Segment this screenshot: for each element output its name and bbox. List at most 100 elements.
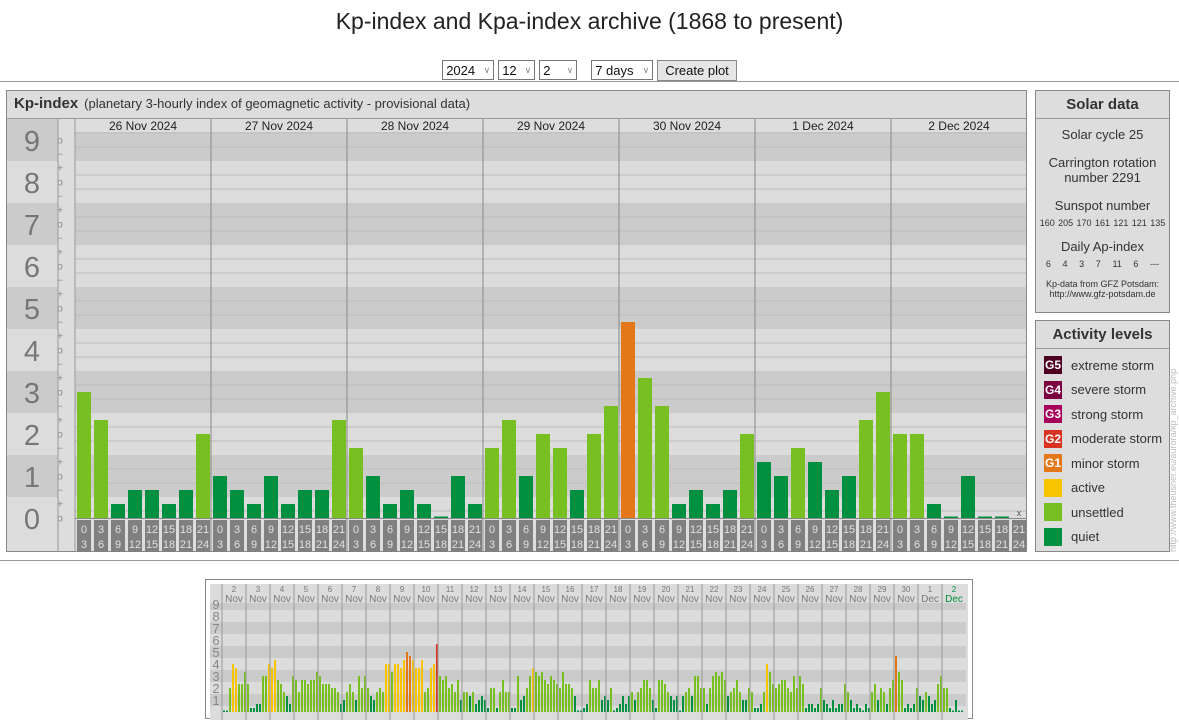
mini-kp-bar (475, 704, 477, 712)
time-slot-end: 15 (146, 539, 158, 551)
mini-kp-bar (235, 668, 237, 712)
range-value: 7 days (595, 62, 634, 78)
kp-bar (791, 448, 805, 518)
mini-kp-bar (589, 680, 591, 712)
mini-axis-label: 9 (212, 597, 219, 612)
mini-kp-bar (754, 708, 756, 712)
mini-day-month: Dec (945, 594, 963, 605)
kp-bar (281, 504, 295, 518)
source-link[interactable]: http://www.gfz-potsdam.de (1036, 289, 1169, 299)
mini-day-month: Nov (513, 594, 531, 605)
mini-kp-bar (598, 680, 600, 712)
time-slot-end: 21 (724, 539, 736, 551)
mini-kp-bar (442, 680, 444, 712)
mini-day-month: Nov (417, 594, 435, 605)
mini-kp-bar (835, 708, 837, 712)
day-select[interactable]: 2 ∨ (539, 60, 578, 80)
mini-kp-bar (925, 692, 927, 712)
mini-kp-bar (640, 688, 642, 712)
kp-bar (162, 504, 176, 518)
mini-kp-bar (415, 668, 417, 712)
time-slot-end: 15 (282, 539, 294, 551)
mini-kp-bar (430, 668, 432, 712)
time-slot-end: 9 (659, 539, 665, 551)
mini-kp-bar (523, 696, 525, 712)
time-slot-end: 3 (217, 539, 223, 551)
mini-kp-bar (622, 696, 624, 712)
time-slot-start: 0 (761, 524, 767, 536)
day-date-label: 29 Nov 2024 (517, 119, 585, 133)
kp-bar (213, 476, 227, 518)
kp-bar (995, 516, 1009, 518)
time-slot-start: 0 (489, 524, 495, 536)
legend-swatch: G5 (1044, 356, 1062, 375)
mini-kp-bar (790, 692, 792, 712)
mini-kp-bar (301, 680, 303, 712)
mini-kp-bar (814, 708, 816, 712)
time-slot-end: 12 (129, 539, 141, 551)
mini-kp-bar (817, 704, 819, 712)
time-slot-end: 3 (897, 539, 903, 551)
mini-kp-bar (739, 692, 741, 712)
mini-kp-bar (562, 672, 564, 712)
mini-kp-bar (457, 680, 459, 712)
kp-bar (400, 490, 414, 518)
mini-kp-bar (271, 668, 273, 712)
mini-day-month: Nov (393, 594, 411, 605)
day-date-label: 27 Nov 2024 (245, 119, 313, 133)
kp-bar (94, 420, 108, 518)
mini-kp-bar (763, 692, 765, 712)
create-plot-button[interactable]: Create plot (657, 60, 737, 81)
kp-bar (553, 448, 567, 518)
mini-kp-bar (361, 688, 363, 712)
time-slot-start: 12 (690, 524, 702, 536)
time-slot-start: 6 (523, 524, 529, 536)
time-slot-start: 0 (81, 524, 87, 536)
time-slot-end: 9 (251, 539, 257, 551)
sunspot-value: 160 (1039, 218, 1055, 228)
mini-kp-bar (871, 692, 873, 712)
time-slot-start: 12 (418, 524, 430, 536)
mini-kp-bar (775, 688, 777, 712)
ap-values: 6 4 3 7 11 6 --- (1036, 259, 1169, 269)
axis-label: 3 (24, 378, 40, 410)
year-select[interactable]: 2024 ∨ (442, 60, 495, 80)
time-slot-start: 0 (897, 524, 903, 536)
mini-kp-bar (811, 704, 813, 712)
mini-day-month: Nov (657, 594, 675, 605)
mini-kp-bar (472, 692, 474, 712)
time-slot-start: 18 (180, 524, 192, 536)
legend-label: severe storm (1071, 382, 1147, 398)
mini-kp-bar (874, 684, 876, 712)
mini-kp-bar (223, 710, 225, 712)
mini-day-month: Dec (921, 594, 939, 605)
kp-bar (842, 476, 856, 518)
axis-label: 9 (24, 126, 40, 158)
mini-kp-bar (826, 704, 828, 712)
time-slot-end: 3 (353, 539, 359, 551)
time-slot-end: 24 (741, 539, 753, 551)
time-slot-start: 15 (299, 524, 311, 536)
kp-bar (77, 392, 91, 518)
mini-day-number: 6 (328, 585, 333, 594)
time-slot-end: 21 (588, 539, 600, 551)
kp-bar (145, 490, 159, 518)
mini-kp-bar (745, 700, 747, 712)
legend-label: active (1071, 480, 1105, 496)
time-slot-start: 15 (571, 524, 583, 536)
legend-item: quiet (1036, 525, 1169, 550)
legend-item: G2 moderate storm (1036, 427, 1169, 452)
time-slot-start: 21 (741, 524, 753, 536)
mini-day-number: 14 (518, 585, 527, 594)
range-select[interactable]: 7 days ∨ (591, 60, 654, 80)
time-slot-end: 12 (537, 539, 549, 551)
month-select[interactable]: 12 ∨ (498, 60, 536, 80)
mini-kp-bar (592, 688, 594, 712)
kp-bar (196, 434, 210, 518)
time-slot-start: 21 (605, 524, 617, 536)
time-slot-start: 9 (540, 524, 546, 536)
legend-swatch: G4 (1044, 380, 1062, 399)
mini-kp-bar (487, 708, 489, 712)
mini-kp-bar (736, 680, 738, 712)
time-slot-start: 18 (588, 524, 600, 536)
